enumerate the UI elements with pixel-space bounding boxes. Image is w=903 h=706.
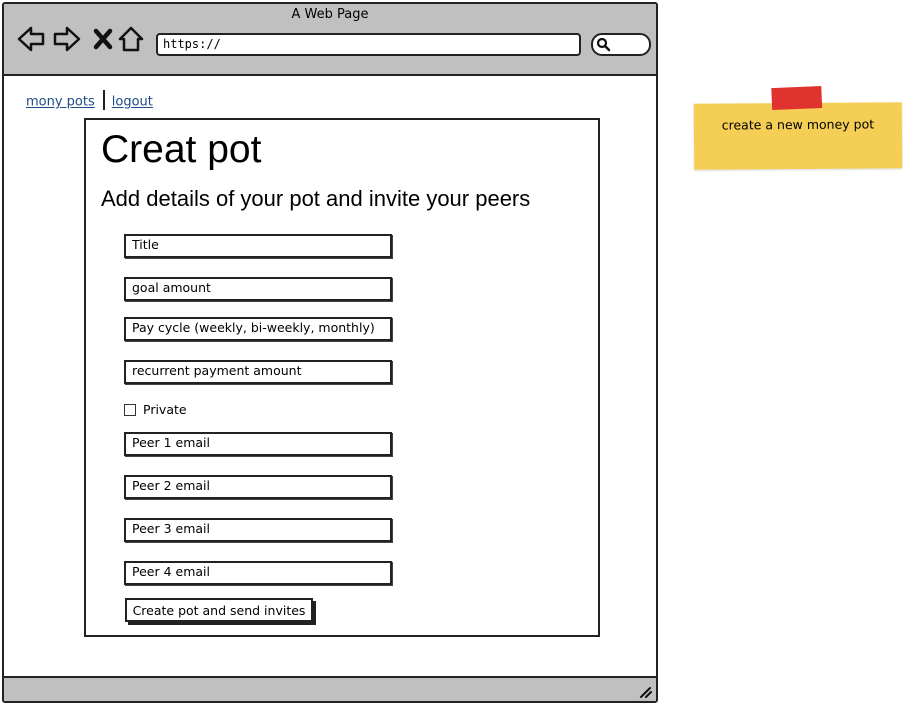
- private-option: Private: [124, 402, 187, 417]
- peer-3-email-field[interactable]: [124, 518, 392, 542]
- peer-2-email-field[interactable]: [124, 475, 392, 499]
- page-title: Creat pot: [101, 128, 262, 171]
- status-bar: [4, 676, 656, 701]
- link-divider: [102, 90, 105, 110]
- goal-amount-field[interactable]: [124, 277, 392, 301]
- sticky-note: create a new money pot: [693, 85, 903, 170]
- create-pot-button[interactable]: Create pot and send invites: [125, 598, 313, 622]
- pay-cycle-field[interactable]: [124, 317, 392, 341]
- resize-grip-icon[interactable]: [638, 684, 652, 698]
- private-checkbox[interactable]: [124, 403, 136, 416]
- peer-4-email-field[interactable]: [124, 561, 392, 585]
- browser-window: A Web Page https:// mony pots logout Crea…: [2, 2, 658, 703]
- mony-pots-link[interactable]: mony pots: [26, 95, 95, 110]
- title-field[interactable]: [124, 234, 392, 258]
- sticky-note-text: create a new money pot: [721, 116, 875, 133]
- create-pot-panel: Creat pot Add details of your pot and in…: [84, 118, 600, 637]
- top-nav: mony pots logout: [26, 90, 153, 112]
- private-label: Private: [143, 402, 187, 417]
- browser-toolbar: A Web Page https://: [4, 4, 656, 76]
- peer-1-email-field[interactable]: [124, 432, 392, 456]
- search-icon: [596, 37, 611, 52]
- page-subtitle: Add details of your pot and invite your …: [101, 186, 531, 211]
- sticky-tape: [771, 85, 823, 111]
- recurrent-payment-field[interactable]: [124, 360, 392, 384]
- search-box[interactable]: [591, 33, 651, 56]
- home-icon[interactable]: [116, 24, 146, 54]
- window-title: A Web Page: [291, 7, 369, 22]
- url-bar[interactable]: https://: [156, 33, 581, 56]
- forward-icon[interactable]: [52, 24, 82, 54]
- close-icon[interactable]: [88, 24, 118, 54]
- back-icon[interactable]: [16, 24, 46, 54]
- logout-link[interactable]: logout: [112, 95, 153, 110]
